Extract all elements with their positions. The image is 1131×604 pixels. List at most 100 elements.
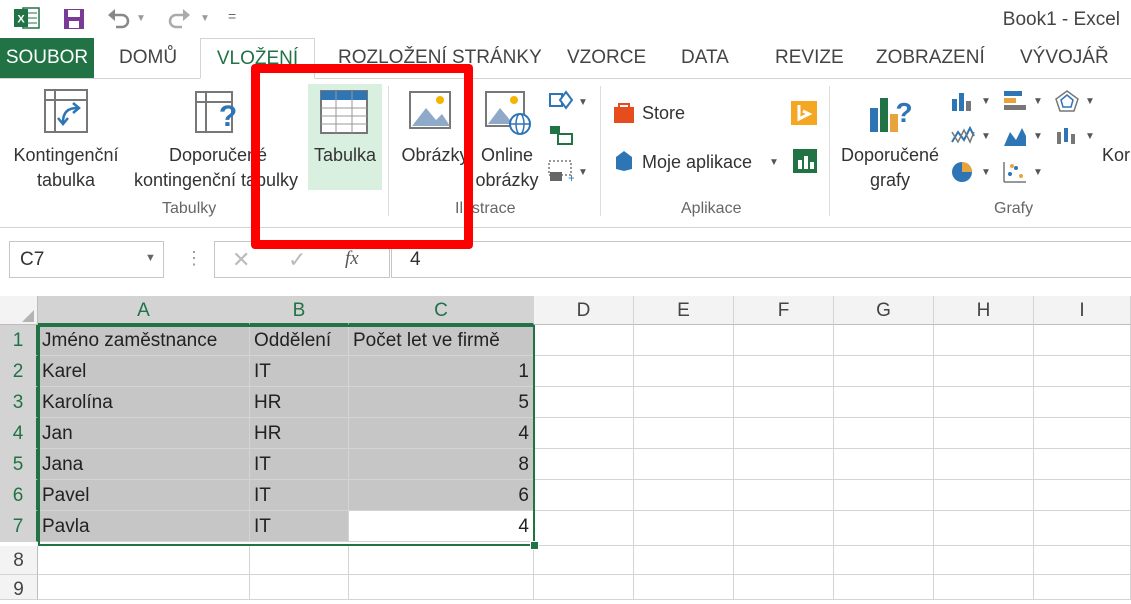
pivot-table-icon[interactable] — [43, 88, 89, 139]
row-header-7[interactable]: 7 — [0, 511, 38, 542]
cell-c6[interactable]: 6 — [349, 480, 534, 511]
empty-cell[interactable] — [834, 325, 934, 356]
row-header-9[interactable]: 9 — [0, 575, 38, 600]
empty-cell[interactable] — [834, 356, 934, 387]
row-header-2[interactable]: 2 — [0, 356, 38, 387]
empty-cell[interactable] — [634, 325, 734, 356]
empty-cell[interactable] — [834, 418, 934, 449]
online-pictures-icon[interactable] — [484, 88, 532, 141]
name-box-dropdown-icon[interactable]: ▼ — [145, 252, 156, 264]
my-apps-dropdown-icon[interactable]: ▼ — [769, 157, 779, 168]
stock-chart-icon[interactable] — [1054, 124, 1080, 153]
cell-c4[interactable]: 4 — [349, 418, 534, 449]
cell-b6[interactable]: IT — [250, 480, 349, 511]
cell-b4[interactable]: HR — [250, 418, 349, 449]
scatter-chart-icon[interactable] — [1002, 160, 1028, 189]
empty-cell[interactable] — [250, 546, 349, 575]
undo-dropdown-icon[interactable]: ▼ — [136, 13, 146, 24]
formula-bar-resize-handle[interactable]: ⋮ — [185, 248, 203, 269]
recommended-charts-label-2[interactable]: grafy — [836, 167, 944, 193]
column-header-h[interactable]: H — [934, 296, 1034, 325]
empty-cell[interactable] — [634, 575, 734, 600]
column-chart-icon[interactable] — [950, 89, 976, 118]
empty-cell[interactable] — [349, 546, 534, 575]
shapes-dropdown-icon[interactable]: ▼ — [578, 97, 588, 108]
empty-cell[interactable] — [934, 511, 1034, 546]
cell-c3[interactable]: 5 — [349, 387, 534, 418]
pie-chart-dropdown-icon[interactable]: ▼ — [981, 167, 991, 178]
my-apps-label[interactable]: Moje aplikace — [642, 149, 752, 175]
empty-cell[interactable] — [38, 546, 250, 575]
cell-c7-active[interactable]: 4 — [349, 511, 534, 542]
empty-cell[interactable] — [934, 449, 1034, 480]
cell-a2[interactable]: Karel — [38, 356, 250, 387]
empty-cell[interactable] — [534, 449, 634, 480]
empty-cell[interactable] — [834, 511, 934, 546]
screenshot-icon[interactable]: + — [548, 160, 575, 189]
empty-cell[interactable] — [934, 356, 1034, 387]
column-chart-dropdown-icon[interactable]: ▼ — [981, 96, 991, 107]
customize-quick-access-icon[interactable]: = — [228, 8, 236, 24]
row-header-4[interactable]: 4 — [0, 418, 38, 449]
row-header-6[interactable]: 6 — [0, 480, 38, 511]
empty-cell[interactable] — [634, 387, 734, 418]
line-chart-dropdown-icon[interactable]: ▼ — [981, 131, 991, 142]
pivot-table-label-1[interactable]: Kontingenční — [8, 142, 124, 168]
cell-c1[interactable]: Počet let ve firmě — [349, 325, 534, 356]
store-icon[interactable] — [612, 101, 636, 130]
redo-dropdown-icon[interactable]: ▼ — [200, 13, 210, 24]
empty-cell[interactable] — [834, 480, 934, 511]
empty-cell[interactable] — [634, 511, 734, 546]
empty-cell[interactable] — [734, 575, 834, 600]
empty-cell[interactable] — [534, 511, 634, 546]
empty-cell[interactable] — [38, 575, 250, 600]
empty-cell[interactable] — [349, 575, 534, 600]
empty-cell[interactable] — [734, 480, 834, 511]
empty-cell[interactable] — [834, 387, 934, 418]
empty-cell[interactable] — [834, 449, 934, 480]
pie-chart-icon[interactable] — [950, 160, 976, 189]
cell-a5[interactable]: Jana — [38, 449, 250, 480]
cancel-icon[interactable]: ✕ — [232, 247, 250, 273]
empty-cell[interactable] — [634, 480, 734, 511]
scatter-chart-dropdown-icon[interactable]: ▼ — [1033, 167, 1043, 178]
column-header-i[interactable]: I — [1034, 296, 1131, 325]
pivot-table-label-2[interactable]: tabulka — [8, 167, 124, 193]
tab-zobrazeni[interactable]: ZOBRAZENÍ — [876, 38, 985, 78]
recommended-charts-icon[interactable]: ? — [868, 88, 916, 141]
empty-cell[interactable] — [250, 575, 349, 600]
fill-handle[interactable] — [530, 541, 539, 550]
tab-vzorce[interactable]: VZORCE — [567, 38, 646, 78]
empty-cell[interactable] — [534, 575, 634, 600]
row-header-1[interactable]: 1 — [0, 325, 38, 356]
enter-icon[interactable]: ✓ — [288, 247, 306, 273]
bing-icon[interactable] — [790, 100, 818, 131]
recommended-pivot-icon[interactable]: ? — [194, 88, 242, 141]
formula-input[interactable] — [391, 241, 1131, 278]
empty-cell[interactable] — [734, 325, 834, 356]
row-header-3[interactable]: 3 — [0, 387, 38, 418]
excel-logo-icon[interactable]: X — [14, 6, 40, 30]
empty-cell[interactable] — [634, 418, 734, 449]
bar-chart-dropdown-icon[interactable]: ▼ — [1033, 96, 1043, 107]
column-header-c[interactable]: C — [349, 296, 534, 325]
cell-b2[interactable]: IT — [250, 356, 349, 387]
empty-cell[interactable] — [934, 387, 1034, 418]
cell-c5[interactable]: 8 — [349, 449, 534, 480]
name-box-value[interactable]: C7 — [20, 249, 44, 271]
empty-cell[interactable] — [1034, 356, 1131, 387]
empty-cell[interactable] — [1034, 387, 1131, 418]
store-label[interactable]: Store — [642, 100, 685, 126]
empty-cell[interactable] — [1034, 480, 1131, 511]
empty-cell[interactable] — [934, 325, 1034, 356]
empty-cell[interactable] — [534, 480, 634, 511]
cell-b5[interactable]: IT — [250, 449, 349, 480]
bar-chart-icon[interactable] — [1002, 89, 1028, 118]
tab-soubor[interactable]: SOUBOR — [0, 38, 94, 78]
cell-a3[interactable]: Karolína — [38, 387, 250, 418]
empty-cell[interactable] — [834, 546, 934, 575]
empty-cell[interactable] — [1034, 325, 1131, 356]
empty-cell[interactable] — [834, 575, 934, 600]
empty-cell[interactable] — [734, 387, 834, 418]
cell-a7[interactable]: Pavla — [38, 511, 250, 542]
